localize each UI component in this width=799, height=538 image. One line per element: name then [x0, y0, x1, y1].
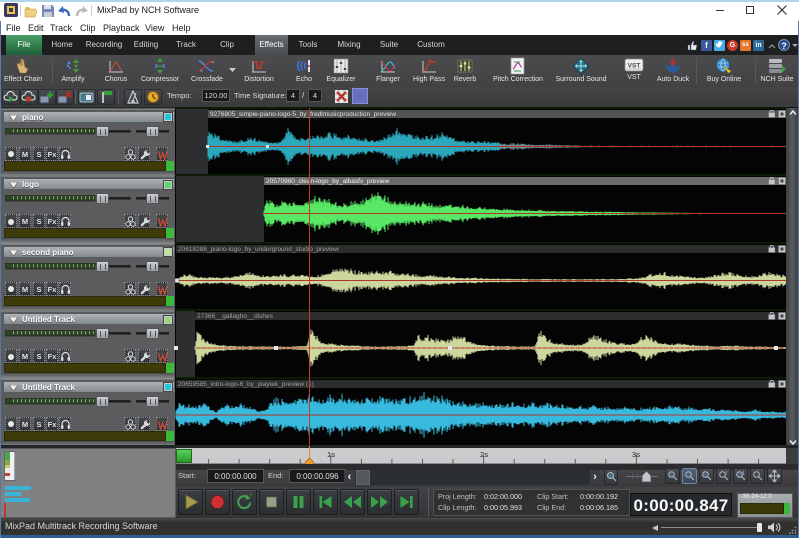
svg-text:3s: 3s [632, 450, 640, 459]
svg-text:1s: 1s [327, 450, 335, 459]
svg-text:l: l [743, 471, 744, 477]
svg-text:": " [250, 494, 253, 501]
svg-text:!: ! [726, 471, 727, 477]
svg-text:2s: 2s [480, 450, 488, 459]
